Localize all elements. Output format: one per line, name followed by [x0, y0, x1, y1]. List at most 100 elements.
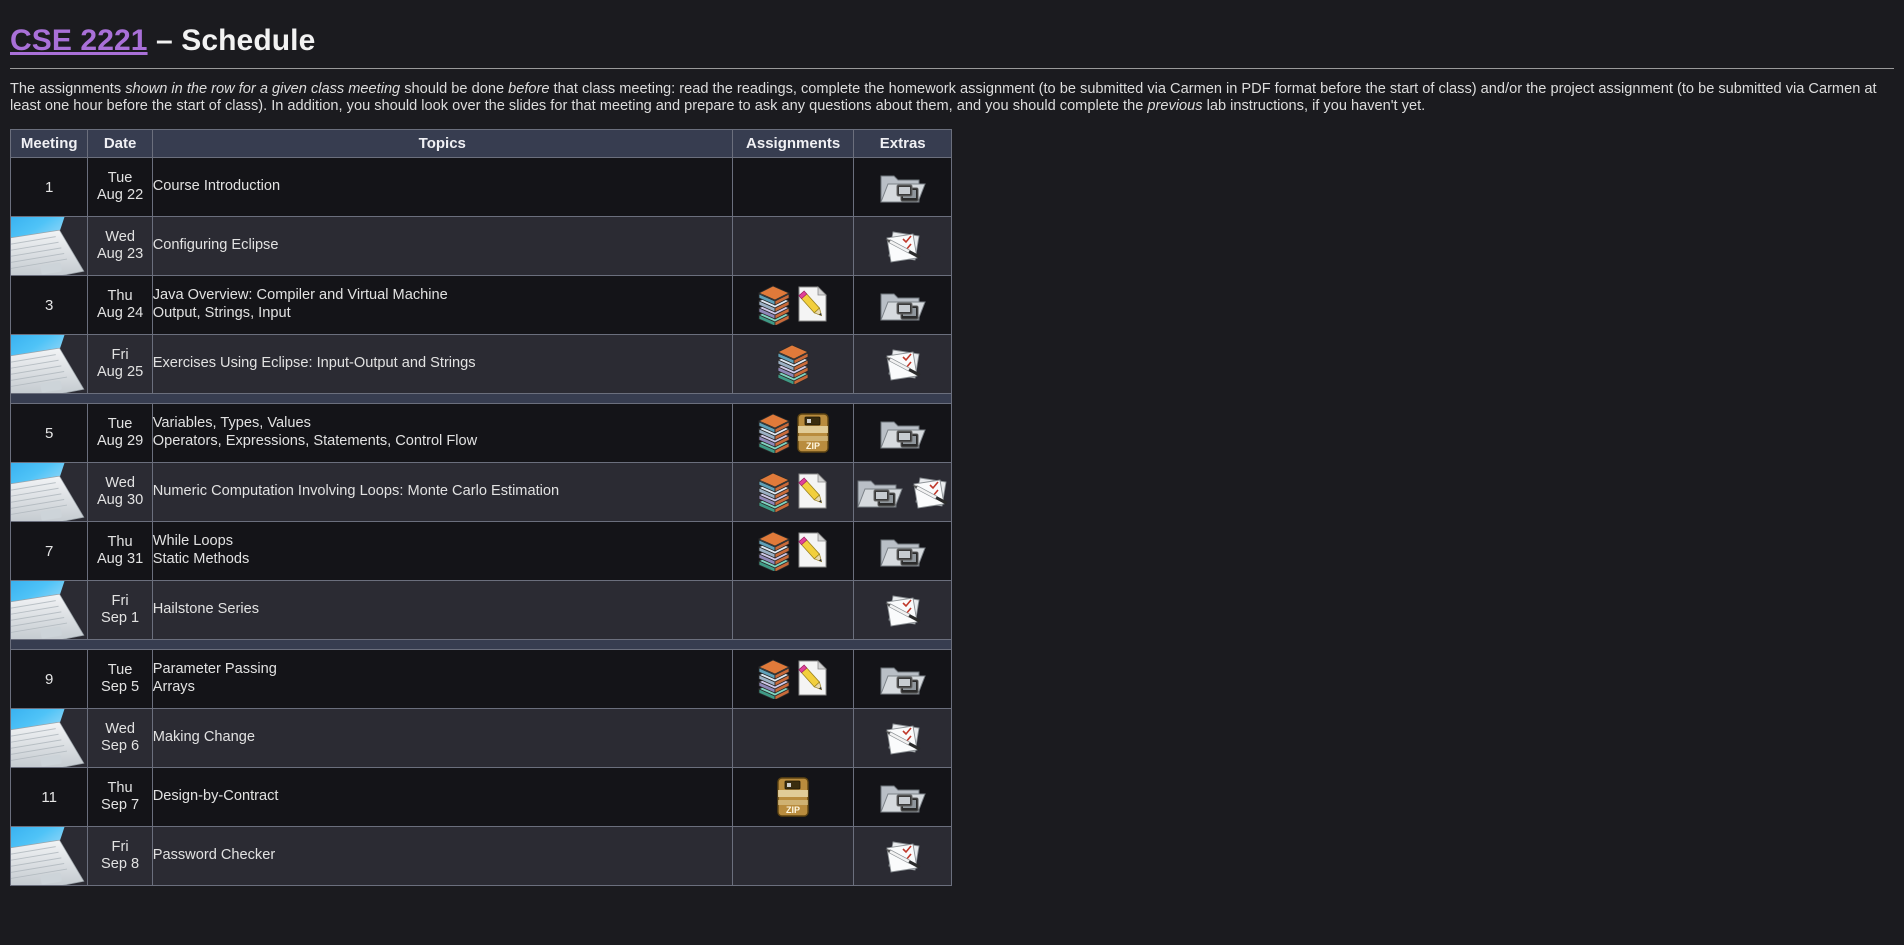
- date-weekday: Wed: [105, 474, 135, 491]
- topic-line: Parameter Passing: [152, 661, 277, 678]
- topic-line: Static Methods: [152, 551, 250, 568]
- meeting-cell: 3: [11, 276, 88, 335]
- page-title: CSE 2221 – Schedule: [10, 24, 1894, 68]
- date-monthday: Aug 22: [96, 187, 144, 204]
- meeting-number: 3: [45, 296, 54, 314]
- extras-cell: [854, 404, 951, 463]
- meeting-number: 9: [45, 670, 54, 688]
- topics-cell: Password Checker: [152, 827, 732, 886]
- date-weekday: Fri: [111, 838, 129, 855]
- date-weekday: Tue: [107, 169, 133, 186]
- assignments-cell: [732, 335, 854, 394]
- column-header-assignments: Assignments: [732, 130, 854, 158]
- meeting-number: 1: [45, 178, 54, 196]
- page-title-suffix: – Schedule: [147, 24, 316, 57]
- assignments-cell: [732, 827, 854, 886]
- date-weekday: Thu: [107, 779, 133, 796]
- lab-instructions-icon[interactable]: [881, 226, 925, 266]
- meeting-number: 5: [45, 424, 54, 442]
- table-row: Fri Sep 1 Hailstone Series: [11, 581, 951, 640]
- meeting-cell: 7: [11, 522, 88, 581]
- slides-folder-icon[interactable]: [879, 532, 927, 570]
- extras-cell: [854, 827, 951, 886]
- lab-instructions-icon[interactable]: [881, 718, 925, 758]
- readings-books-icon[interactable]: [756, 659, 792, 700]
- assignments-cell: [732, 522, 854, 581]
- lab-instructions-icon[interactable]: [881, 836, 925, 876]
- course-link[interactable]: CSE 2221: [10, 24, 148, 57]
- table-row: Fri Aug 25 Exercises Using Eclipse: Input-…: [11, 335, 951, 394]
- intro-emphasis-3: previous: [1147, 98, 1203, 115]
- lab-instructions-icon[interactable]: [881, 590, 925, 630]
- meeting-number: 11: [41, 788, 57, 806]
- schedule-page: CSE 2221 – Schedule The assignments show…: [0, 0, 1904, 887]
- intro-emphasis-1: shown in the row for a given class meeti…: [125, 81, 401, 97]
- homework-pencil-icon[interactable]: [796, 285, 830, 325]
- date-weekday: Wed: [105, 228, 135, 245]
- assignments-cell: ZIP: [732, 404, 854, 463]
- week-separator: [11, 640, 951, 650]
- column-header-topics: Topics: [152, 130, 732, 158]
- intro-text-4: lab instructions, if you haven't yet.: [1202, 98, 1426, 115]
- date-monthday: Aug 23: [96, 246, 144, 263]
- date-weekday: Tue: [107, 415, 133, 432]
- readings-books-icon[interactable]: [756, 472, 792, 513]
- readings-books-icon[interactable]: [775, 344, 811, 385]
- date-weekday: Wed: [105, 720, 135, 737]
- readings-books-icon[interactable]: [756, 285, 792, 326]
- table-row: Fri Sep 8 Password Checker: [11, 827, 951, 886]
- homework-pencil-icon[interactable]: [796, 659, 830, 699]
- date-cell: Fri Sep 8: [88, 827, 152, 886]
- date-cell: Tue Sep 5: [88, 650, 152, 709]
- table-row: 5 Tue Aug 29 Variables, Types, Values Operat…: [11, 404, 951, 463]
- table-row: 1 Tue Aug 22 Course Introduction: [11, 158, 951, 217]
- slides-folder-icon[interactable]: [879, 286, 927, 324]
- extras-cell: [854, 650, 951, 709]
- meeting-cell: [11, 335, 88, 394]
- topic-line: Design-by-Contract: [152, 788, 279, 805]
- table-body: 1 Tue Aug 22 Course Introduction Wed Aug 23 Co…: [11, 158, 952, 886]
- extras-cell: [854, 276, 951, 335]
- meeting-cell: [11, 581, 88, 640]
- extras-cell: [854, 768, 951, 827]
- extras-cell: [854, 522, 951, 581]
- slides-folder-icon[interactable]: [879, 660, 927, 698]
- laptop-icon: [11, 463, 87, 522]
- date-monthday: Aug 25: [96, 364, 144, 381]
- date-monthday: Aug 29: [96, 433, 144, 450]
- topic-line: Configuring Eclipse: [152, 237, 279, 254]
- topics-cell: Variables, Types, Values Operators, Expre…: [152, 404, 732, 463]
- date-cell: Wed Sep 6: [88, 709, 152, 768]
- zip-archive-icon[interactable]: ZIP: [796, 412, 830, 454]
- homework-pencil-icon[interactable]: [796, 531, 830, 571]
- date-cell: Thu Sep 7: [88, 768, 152, 827]
- date-cell: Fri Aug 25: [88, 335, 152, 394]
- zip-archive-icon[interactable]: ZIP: [776, 776, 810, 818]
- date-cell: Thu Aug 31: [88, 522, 152, 581]
- date-cell: Wed Aug 30: [88, 463, 152, 522]
- date-monthday: Sep 5: [101, 679, 140, 696]
- slides-folder-icon[interactable]: [879, 778, 927, 816]
- assignments-cell: [732, 158, 854, 217]
- readings-books-icon[interactable]: [756, 531, 792, 572]
- slides-folder-icon[interactable]: [879, 168, 927, 206]
- homework-pencil-icon[interactable]: [796, 472, 830, 512]
- date-weekday: Tue: [107, 661, 133, 678]
- week-separator-row: [11, 640, 951, 650]
- topics-cell: Design-by-Contract: [152, 768, 732, 827]
- lab-instructions-icon[interactable]: [908, 472, 952, 512]
- topic-line: Numeric Computation Involving Loops: Mon…: [152, 483, 560, 500]
- date-cell: Fri Sep 1: [88, 581, 152, 640]
- topic-line: Arrays: [152, 679, 195, 696]
- week-separator-row: [11, 394, 951, 404]
- title-divider: [10, 68, 1894, 69]
- slides-folder-icon[interactable]: [856, 473, 904, 511]
- meeting-cell: [11, 217, 88, 276]
- readings-books-icon[interactable]: [756, 413, 792, 454]
- topic-line: While Loops: [152, 533, 234, 550]
- assignments-cell: [732, 463, 854, 522]
- slides-folder-icon[interactable]: [879, 414, 927, 452]
- lab-instructions-icon[interactable]: [881, 344, 925, 384]
- schedule-table: Meeting Date Topics Assignments Extras 1 Tue A…: [10, 129, 952, 887]
- date-monthday: Aug 24: [96, 305, 144, 322]
